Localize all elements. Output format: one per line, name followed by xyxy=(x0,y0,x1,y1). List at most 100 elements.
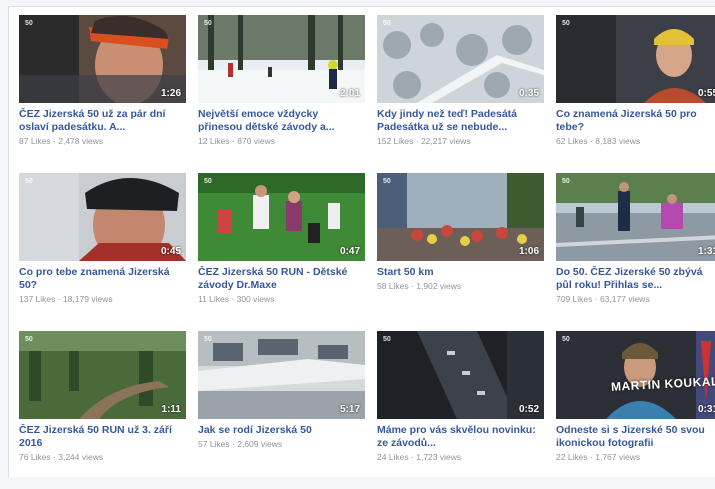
video-duration: 0:47 xyxy=(339,246,360,257)
video-duration: 1:11 xyxy=(161,404,181,415)
video-card[interactable]: 50 2:01 Největší emoce vždycky přinesou … xyxy=(198,15,365,173)
video-duration: 0:31 xyxy=(697,404,715,415)
likes-count: 709 Likes xyxy=(556,294,593,304)
video-title-link[interactable]: Odneste si s Jizerské 50 svou ikonickou … xyxy=(556,424,715,450)
video-duration: 0:52 xyxy=(518,404,539,415)
jizerska-50-logo: 50 xyxy=(383,178,391,185)
video-stats: 62 Likes · 8,183 views xyxy=(556,136,715,146)
video-duration: 0:35 xyxy=(518,88,539,99)
video-duration: 0:45 xyxy=(160,246,181,257)
video-thumbnail[interactable]: 50 1:11 xyxy=(19,331,186,419)
jizerska-50-logo: 50 xyxy=(204,20,212,27)
video-title-link[interactable]: ČEZ Jizerská 50 RUN už 3. září 2016 xyxy=(19,424,181,450)
video-thumbnail[interactable]: 50 5:17 xyxy=(198,331,365,419)
jizerska-50-logo: 50 xyxy=(383,20,391,27)
likes-count: 12 Likes xyxy=(198,136,230,146)
video-thumbnail[interactable]: 50 1:06 xyxy=(377,173,544,261)
video-duration: 0:55 xyxy=(697,88,715,99)
video-title-link[interactable]: ČEZ Jizerská 50 RUN - Dětské závody Dr.M… xyxy=(198,266,360,292)
jizerska-50-logo: 50 xyxy=(562,178,570,185)
stats-separator: · xyxy=(413,136,421,146)
video-card[interactable]: 50 1:26 ČEZ Jizerská 50 už za pár dní os… xyxy=(19,15,186,173)
video-stats: 137 Likes · 18,179 views xyxy=(19,294,186,304)
video-panel: 50 1:26 ČEZ Jizerská 50 už za pár dní os… xyxy=(8,6,715,477)
video-stats: 57 Likes · 2,609 views xyxy=(198,439,365,449)
views-count: 3,244 views xyxy=(58,452,104,462)
views-count: 18,179 views xyxy=(62,294,113,304)
jizerska-50-logo: 50 xyxy=(25,336,33,343)
video-thumbnail[interactable]: 50 1:31 xyxy=(556,173,715,261)
video-card[interactable]: 50 1:11 ČEZ Jizerská 50 RUN už 3. září 2… xyxy=(19,331,186,489)
jizerska-50-logo: 50 xyxy=(204,178,212,185)
stats-separator: · xyxy=(592,294,600,304)
views-count: 870 views xyxy=(237,136,276,146)
video-title-link[interactable]: Co znamená Jizerská 50 pro tebe? xyxy=(556,108,715,134)
video-duration: 1:26 xyxy=(160,88,181,99)
stats-separator: · xyxy=(229,294,237,304)
video-stats: 76 Likes · 3,244 views xyxy=(19,452,186,462)
video-title-link[interactable]: Co pro tebe znamená Jizerská 50? xyxy=(19,266,181,292)
jizerska-50-logo: 50 xyxy=(383,336,391,343)
stats-separator: · xyxy=(55,294,63,304)
video-stats: 709 Likes · 63,177 views xyxy=(556,294,715,304)
views-count: 8,183 views xyxy=(595,136,641,146)
views-count: 2,478 views xyxy=(58,136,104,146)
views-count: 1,902 views xyxy=(416,281,462,291)
views-count: 1,767 views xyxy=(595,452,641,462)
likes-count: 87 Likes xyxy=(19,136,51,146)
video-thumbnail[interactable]: 50 0:52 xyxy=(377,331,544,419)
likes-count: 58 Likes xyxy=(377,281,409,291)
video-stats: 12 Likes · 870 views xyxy=(198,136,365,146)
video-title-link[interactable]: Start 50 km xyxy=(377,266,539,279)
views-count: 2,609 views xyxy=(237,439,283,449)
video-title-link[interactable]: Máme pro vás skvělou novinku: ze závodů.… xyxy=(377,424,539,450)
video-stats: 22 Likes · 1,767 views xyxy=(556,452,715,462)
thumbnail-image xyxy=(556,173,715,261)
jizerska-50-logo: 50 xyxy=(562,20,570,27)
jizerska-50-logo: 50 xyxy=(204,336,212,343)
video-card[interactable]: 50 0:52 Máme pro vás skvělou novinku: ze… xyxy=(377,331,544,489)
video-card[interactable]: 50 0:55 Co znamená Jizerská 50 pro tebe?… xyxy=(556,15,715,173)
video-title-link[interactable]: Jak se rodí Jizerská 50 xyxy=(198,424,360,437)
jizerska-50-logo: 50 xyxy=(25,178,33,185)
likes-count: 24 Likes xyxy=(377,452,409,462)
video-card[interactable]: 50 0:47 ČEZ Jizerská 50 RUN - Dětské záv… xyxy=(198,173,365,331)
video-thumbnail[interactable]: 50 2:01 xyxy=(198,15,365,103)
video-duration: 2:01 xyxy=(339,88,360,99)
video-duration: 5:17 xyxy=(339,404,360,415)
video-card[interactable]: 50 0:35 Kdy jindy než teď! Padesátá Pade… xyxy=(377,15,544,173)
video-card[interactable]: 50 1:31 Do 50. ČEZ Jizerské 50 zbývá půl… xyxy=(556,173,715,331)
likes-count: 11 Likes xyxy=(198,294,230,304)
video-card[interactable]: 50 1:06 Start 50 km 58 Likes · 1,902 vie… xyxy=(377,173,544,331)
video-stats: 87 Likes · 2,478 views xyxy=(19,136,186,146)
jizerska-50-logo: 50 xyxy=(25,20,33,27)
video-duration: 1:06 xyxy=(518,246,539,257)
video-thumbnail[interactable]: 50 0:55 xyxy=(556,15,715,103)
thumbnail-image xyxy=(556,15,715,103)
video-card[interactable]: 50 MARTIN KOUKAL 0:31 Odneste si s Jizer… xyxy=(556,331,715,489)
video-grid: 50 1:26 ČEZ Jizerská 50 už za pár dní os… xyxy=(19,15,715,489)
likes-count: 57 Likes xyxy=(198,439,230,449)
video-card[interactable]: 50 0:45 Co pro tebe znamená Jizerská 50?… xyxy=(19,173,186,331)
video-title-link[interactable]: Kdy jindy než teď! Padesátá Padesátka už… xyxy=(377,108,539,134)
video-stats: 24 Likes · 1,723 views xyxy=(377,452,544,462)
video-thumbnail[interactable]: 50 1:26 xyxy=(19,15,186,103)
video-title-link[interactable]: Největší emoce vždycky přinesou dětské z… xyxy=(198,108,360,134)
video-thumbnail[interactable]: 50 MARTIN KOUKAL 0:31 xyxy=(556,331,715,419)
views-count: 22,217 views xyxy=(420,136,471,146)
video-stats: 152 Likes · 22,217 views xyxy=(377,136,544,146)
video-stats: 58 Likes · 1,902 views xyxy=(377,281,544,291)
video-stats: 11 Likes · 300 views xyxy=(198,294,365,304)
likes-count: 152 Likes xyxy=(377,136,414,146)
jizerska-50-logo: 50 xyxy=(562,336,570,343)
likes-count: 62 Likes xyxy=(556,136,588,146)
video-title-link[interactable]: Do 50. ČEZ Jizerské 50 zbývá půl roku! P… xyxy=(556,266,715,292)
video-card[interactable]: 50 5:17 Jak se rodí Jizerská 50 57 Likes… xyxy=(198,331,365,489)
views-count: 1,723 views xyxy=(416,452,462,462)
video-thumbnail[interactable]: 50 0:47 xyxy=(198,173,365,261)
views-count: 300 views xyxy=(236,294,275,304)
likes-count: 22 Likes xyxy=(556,452,588,462)
video-title-link[interactable]: ČEZ Jizerská 50 už za pár dní oslaví pad… xyxy=(19,108,181,134)
video-thumbnail[interactable]: 50 0:35 xyxy=(377,15,544,103)
video-thumbnail[interactable]: 50 0:45 xyxy=(19,173,186,261)
